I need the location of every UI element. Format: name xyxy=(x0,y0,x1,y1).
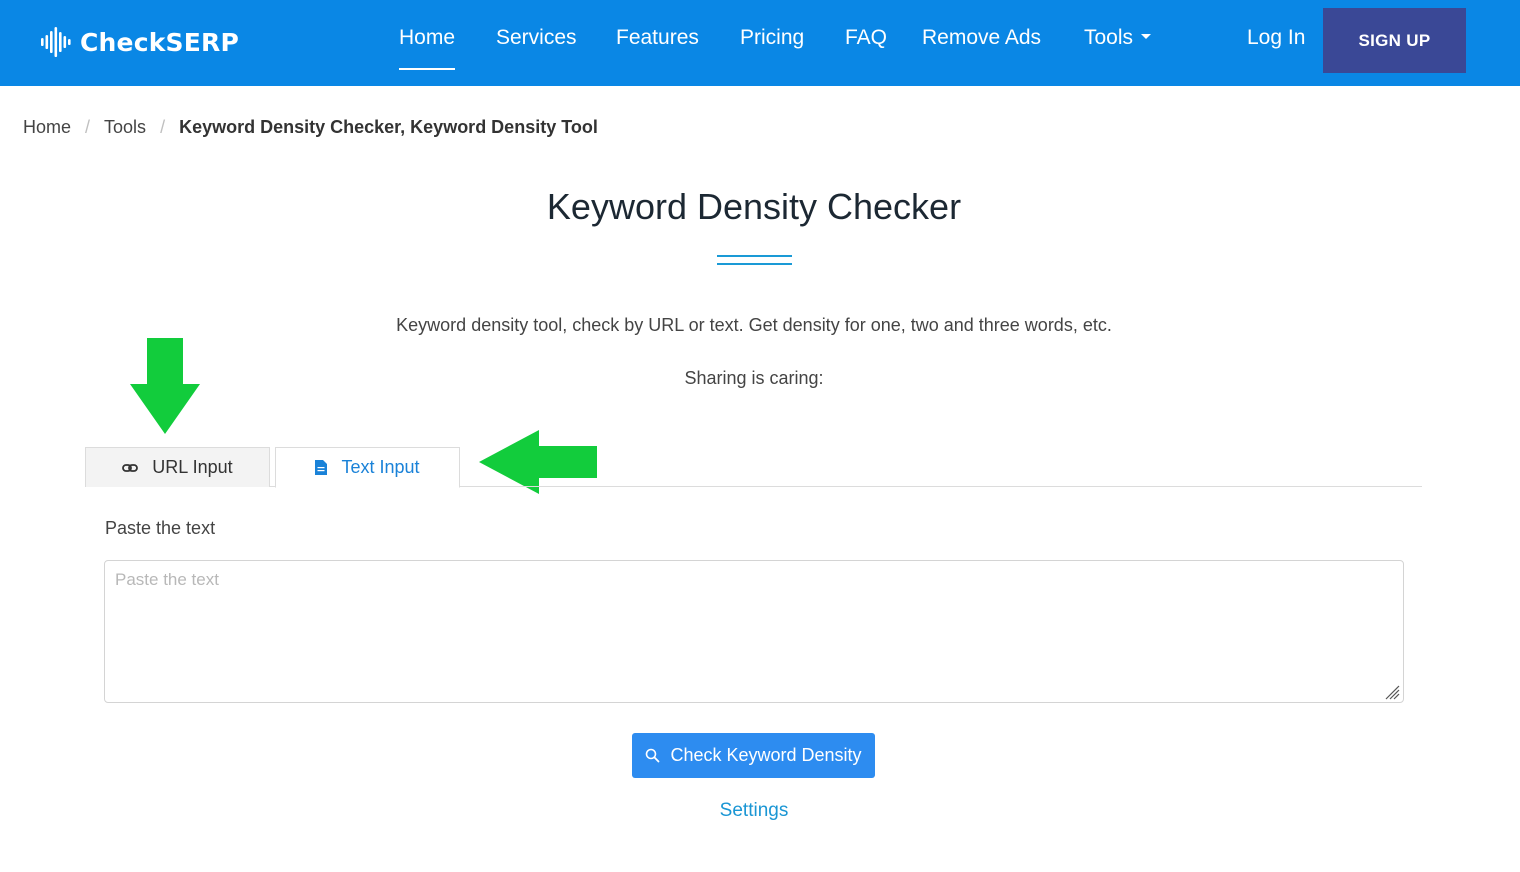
page-description: Keyword density tool, check by URL or te… xyxy=(396,315,1112,335)
breadcrumb-home[interactable]: Home xyxy=(23,117,71,138)
breadcrumb-separator: / xyxy=(160,117,166,137)
title-divider xyxy=(717,255,792,265)
brand-name: CheckSERP xyxy=(80,27,240,57)
nav-tools-label: Tools xyxy=(1084,26,1134,49)
nav-features[interactable]: Features xyxy=(616,26,699,50)
tab-text-label: Text Input xyxy=(341,457,420,477)
tab-url-input[interactable]: URL Input xyxy=(85,447,270,487)
link-icon xyxy=(122,463,139,472)
paste-text-textarea[interactable] xyxy=(104,560,1404,703)
resize-handle-icon[interactable] xyxy=(1384,684,1400,700)
green-left-arrow-icon xyxy=(479,430,597,494)
tab-url-label: URL Input xyxy=(152,457,233,477)
breadcrumb-tools[interactable]: Tools xyxy=(104,117,146,138)
nav-remove-ads[interactable]: Remove Ads xyxy=(922,26,1041,50)
nav-faq[interactable]: FAQ xyxy=(845,26,887,50)
search-icon xyxy=(646,748,660,763)
paste-text-label: Paste the text xyxy=(105,518,216,538)
soundwave-icon xyxy=(41,27,71,57)
check-keyword-density-button[interactable]: Check Keyword Density xyxy=(632,733,875,778)
nav-tools-dropdown[interactable]: Tools xyxy=(1084,26,1152,50)
nav-services[interactable]: Services xyxy=(496,26,577,50)
breadcrumb-separator: / xyxy=(85,117,91,137)
caret-down-icon xyxy=(1141,33,1152,39)
nav-pricing[interactable]: Pricing xyxy=(740,26,804,50)
nav-home[interactable]: Home xyxy=(399,26,456,70)
signup-button[interactable]: SIGN UP xyxy=(1323,8,1466,73)
document-icon xyxy=(315,460,328,475)
settings-link[interactable]: Settings xyxy=(0,800,1508,822)
tab-text-input[interactable]: Text Input xyxy=(275,447,460,488)
page-title: Keyword Density Checker xyxy=(546,186,962,227)
green-down-arrow-icon xyxy=(130,338,200,434)
top-navbar: CheckSERP Home Services Features Pricing… xyxy=(0,0,1520,86)
breadcrumb-current: Keyword Density Checker, Keyword Density… xyxy=(179,117,598,137)
sharing-text: Sharing is caring: xyxy=(684,368,824,388)
breadcrumb: Home / Tools / Keyword Density Checker, … xyxy=(23,117,598,138)
brand-logo[interactable]: CheckSERP xyxy=(40,24,239,60)
check-button-label: Check Keyword Density xyxy=(670,745,862,765)
login-link[interactable]: Log In xyxy=(1247,26,1305,50)
